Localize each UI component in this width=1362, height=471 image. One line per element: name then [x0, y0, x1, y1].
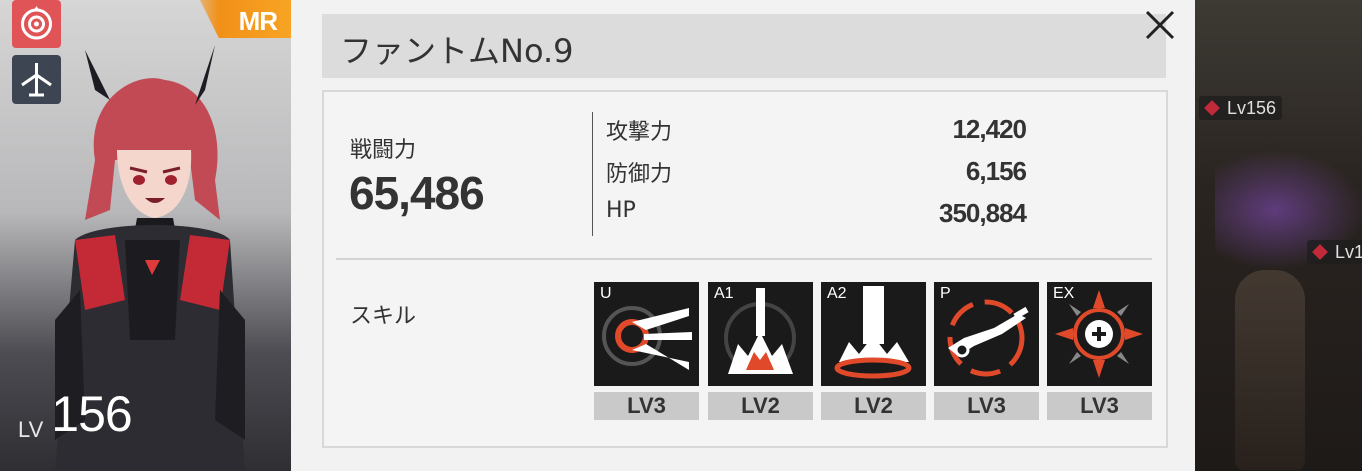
skill-icon-box: P: [934, 282, 1039, 386]
skill-a2[interactable]: A2 LV2: [821, 282, 926, 420]
stat-name: HP: [606, 198, 636, 223]
skill-p[interactable]: P LV3: [934, 282, 1039, 420]
skills-label: スキル: [350, 304, 417, 329]
combat-power-label: 戦闘力: [350, 138, 417, 163]
character-detail-panel: ファントムNo.9 戦闘力 65,486 攻撃力 12,420 防御力 6,15…: [291, 0, 1195, 471]
character-portrait: MR LV 156: [0, 0, 291, 471]
fire-spiral-icon[interactable]: [12, 0, 61, 48]
close-icon: [1145, 10, 1175, 40]
skill-ex[interactable]: EX LV3: [1047, 282, 1152, 420]
stat-row-defense: 防御力 6,156: [606, 156, 1027, 192]
character-level: LV 156: [18, 385, 133, 443]
stat-value: 12,420: [952, 114, 1027, 144]
skill-a1[interactable]: A1 LV2: [708, 282, 813, 420]
combat-power-value: 65,486: [349, 167, 485, 219]
skill-level: LV3: [934, 392, 1039, 420]
skill-tag: EX: [1053, 285, 1075, 302]
skill-level: LV2: [821, 392, 926, 420]
level-prefix: LV: [18, 417, 44, 442]
stat-name: 防御力: [606, 162, 673, 187]
stat-value: 6,156: [965, 156, 1027, 186]
title-bar: ファントムNo.9: [322, 14, 1166, 78]
enemy-nameplate: Lv156: [1199, 96, 1283, 120]
skill-tag: U: [600, 285, 612, 302]
stat-value: 350,884: [939, 198, 1027, 228]
enemy-nameplate: Lv15: [1307, 240, 1362, 264]
skill-tag: A2: [827, 285, 847, 302]
page-title: ファントムNo.9: [340, 32, 574, 70]
skill-icon-box: A2: [821, 282, 926, 386]
game-background: Lv156 Lv15: [1195, 0, 1362, 471]
stats-divider: [592, 112, 593, 236]
skill-tag: P: [940, 285, 951, 302]
skill-u[interactable]: U LV3: [594, 282, 699, 420]
stat-row-hp: HP 350,884: [606, 198, 1027, 234]
section-divider: [336, 258, 1152, 260]
close-button[interactable]: [1143, 8, 1177, 42]
skill-level: LV3: [1047, 392, 1152, 420]
aircraft-icon[interactable]: [12, 55, 61, 104]
background-figure: [1235, 270, 1305, 470]
level-value: 156: [51, 386, 132, 442]
skill-icon-box: U: [594, 282, 699, 386]
skill-level: LV3: [594, 392, 699, 420]
stat-name: 攻撃力: [606, 120, 673, 145]
rarity-label: MR: [238, 6, 278, 36]
stats-box: 戦闘力 65,486 攻撃力 12,420 防御力 6,156 HP 350,8…: [322, 90, 1168, 448]
stat-row-attack: 攻撃力 12,420: [606, 114, 1027, 150]
skill-tag: A1: [714, 285, 734, 302]
skill-level: LV2: [708, 392, 813, 420]
skill-icon-box: EX: [1047, 282, 1152, 386]
skill-icon-box: A1: [708, 282, 813, 386]
